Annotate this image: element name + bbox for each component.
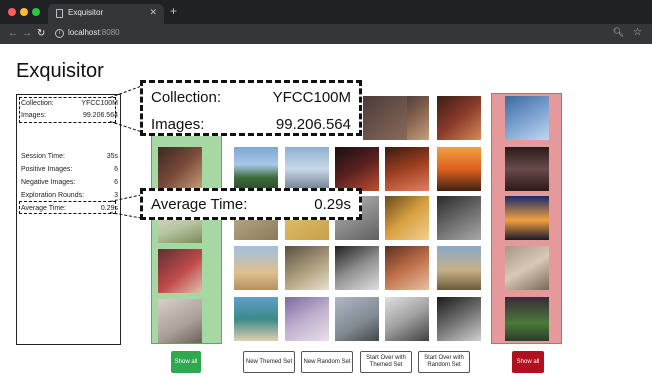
browser-tab-bar: Exquisitor ✕ + (0, 0, 652, 24)
browser-toolbar: ← → ↻ i localhost:8080 🔍︎ ☆ (0, 24, 652, 44)
stat-label: Average Time: (21, 205, 67, 212)
page-title: Exquisitor (16, 60, 104, 82)
new-themed-set-button[interactable]: New Themed Set (243, 351, 295, 373)
minimize-window-icon[interactable] (20, 8, 28, 16)
image-thumbnail[interactable] (505, 196, 549, 240)
stat-positive-images: Positive Images: 6 (21, 166, 118, 173)
stat-exploration-rounds: Exploration Rounds: 3 (21, 192, 118, 199)
image-thumbnail[interactable] (158, 147, 202, 191)
callout-connector (110, 86, 141, 99)
arrow-right-icon[interactable]: → (22, 27, 32, 41)
image-thumbnail[interactable] (158, 249, 202, 293)
start-over-themed-button[interactable]: Start Over with Themed Set (360, 351, 412, 373)
stat-collection: Collection: YFCC100M (21, 100, 118, 107)
stat-label: Images: (21, 112, 46, 119)
info-icon[interactable]: i (55, 29, 64, 38)
image-thumbnail[interactable] (285, 246, 329, 290)
stat-label: Negative Images: (21, 179, 76, 186)
tab-title: Exquisitor (68, 8, 104, 17)
arrow-left-icon[interactable]: ← (8, 27, 18, 41)
image-thumbnail[interactable] (234, 147, 278, 191)
image-thumbnail[interactable] (385, 196, 429, 240)
star-icon[interactable]: ☆ (633, 27, 642, 38)
zoom-value: YFCC100M (272, 89, 351, 106)
stat-value: 3 (114, 192, 118, 199)
image-thumbnail[interactable] (505, 246, 549, 290)
stat-average-time: Average Time: 0.29s (21, 205, 118, 212)
stat-label: Collection: (21, 100, 54, 107)
zoomed-collection: Collection: YFCC100M (151, 89, 351, 106)
image-thumbnail[interactable] (385, 297, 429, 341)
zoom-icon[interactable]: 🔍︎ (613, 27, 624, 38)
image-thumbnail[interactable] (234, 246, 278, 290)
show-all-negative-button[interactable]: Show all (512, 351, 544, 373)
show-all-positive-button[interactable]: Show all (171, 351, 201, 373)
address-bar[interactable]: localhost:8080 (68, 28, 120, 37)
url-port: :8080 (99, 28, 120, 37)
stat-negative-images: Negative Images: 6 (21, 179, 118, 186)
maximize-window-icon[interactable] (32, 8, 40, 16)
image-thumbnail[interactable] (437, 196, 481, 240)
close-window-icon[interactable] (8, 8, 16, 16)
zoom-label: Collection: (151, 89, 222, 106)
stat-session-time: Session Time: 35s (21, 153, 118, 160)
stats-panel: Collection: YFCC100M Images: 99.206.564 Se… (16, 94, 121, 345)
stat-label: Exploration Rounds: (21, 192, 85, 199)
zoomed-average-time: Average Time: 0.29s (151, 196, 351, 213)
stat-label: Positive Images: (21, 166, 73, 173)
image-thumbnail[interactable] (385, 246, 429, 290)
image-thumbnail[interactable] (335, 246, 379, 290)
zoomed-images: Images: 99.206.564 (151, 116, 351, 133)
stat-value: 99.206.564 (82, 112, 118, 119)
zoom-label: Average Time: (151, 196, 248, 213)
new-random-set-button[interactable]: New Random Set (301, 351, 353, 373)
url-host: localhost (68, 28, 100, 37)
image-thumbnail[interactable] (234, 297, 278, 341)
image-thumbnail[interactable] (335, 297, 379, 341)
stat-value: 6 (114, 179, 118, 186)
stat-value: YFCC100M (81, 100, 118, 107)
new-tab-icon[interactable]: + (170, 4, 177, 18)
image-thumbnail[interactable] (505, 96, 549, 140)
stat-images: Images: 99.206.564 (21, 112, 118, 119)
stat-value: 6 (114, 166, 118, 173)
zoomed-collection-callout: Collection: YFCC100M Images: 99.206.564 (140, 80, 362, 136)
image-thumbnail[interactable] (437, 246, 481, 290)
image-thumbnail[interactable] (158, 299, 202, 343)
reload-icon[interactable]: ↻ (37, 27, 45, 41)
close-tab-icon[interactable]: ✕ (149, 7, 157, 18)
browser-tab[interactable]: Exquisitor ✕ (48, 4, 164, 24)
stat-label: Session Time: (21, 153, 65, 160)
zoom-value: 0.29s (314, 196, 351, 213)
image-thumbnail[interactable] (335, 147, 379, 191)
image-thumbnail[interactable] (285, 147, 329, 191)
image-thumbnail[interactable] (363, 96, 407, 140)
image-thumbnail[interactable] (437, 147, 481, 191)
zoomed-average-time-callout: Average Time: 0.29s (140, 188, 362, 220)
image-thumbnail[interactable] (285, 297, 329, 341)
image-thumbnail[interactable] (437, 96, 481, 140)
zoom-label: Images: (151, 116, 205, 133)
image-thumbnail[interactable] (505, 297, 549, 341)
start-over-random-button[interactable]: Start Over with Random Set (418, 351, 470, 373)
zoom-value: 99.206.564 (275, 116, 351, 133)
image-thumbnail[interactable] (505, 147, 549, 191)
stat-value: 35s (106, 153, 118, 160)
document-icon (56, 9, 63, 18)
image-thumbnail[interactable] (385, 147, 429, 191)
image-thumbnail[interactable] (437, 297, 481, 341)
